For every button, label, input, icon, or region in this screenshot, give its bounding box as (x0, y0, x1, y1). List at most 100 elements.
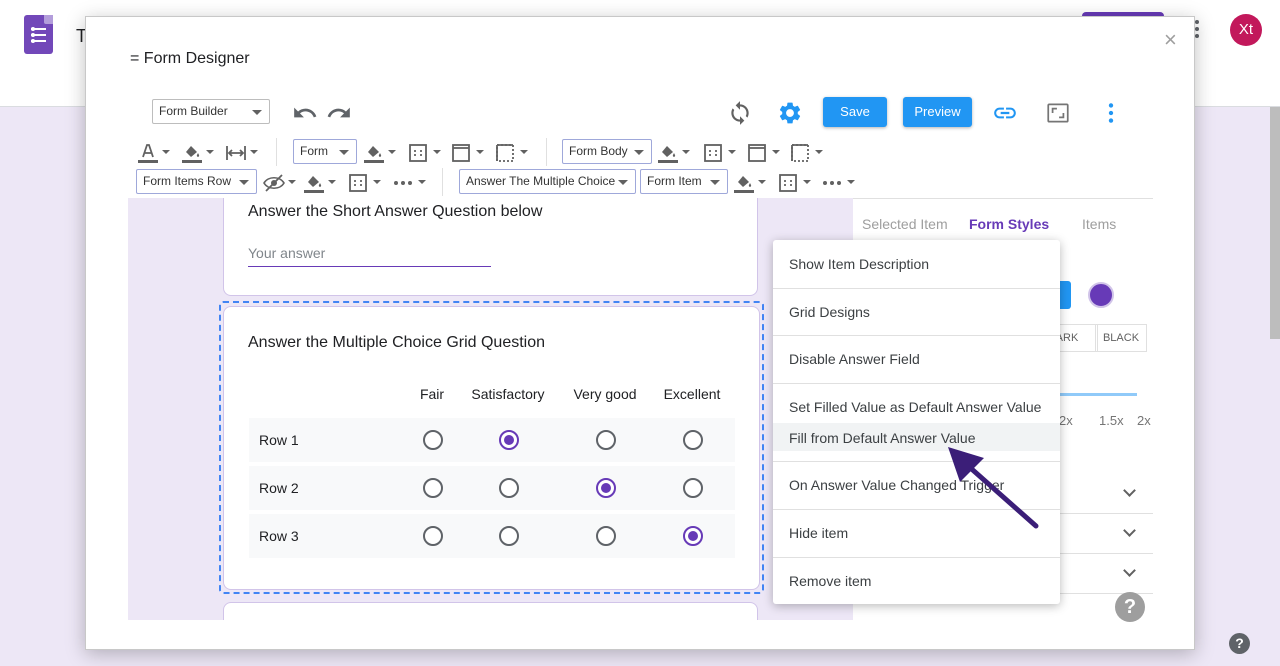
dialog-title: = Form Designer (130, 50, 250, 67)
body-border-icon[interactable] (702, 140, 738, 164)
scale-label: 1.5x (1099, 413, 1124, 428)
radio-button[interactable] (423, 526, 443, 546)
radio-button-selected[interactable] (499, 430, 519, 450)
accordion-section[interactable] (1053, 554, 1153, 594)
save-button[interactable]: Save (823, 97, 887, 127)
google-forms-logo-icon[interactable] (24, 15, 53, 54)
grid-row: Row 3 (249, 514, 735, 558)
link-icon[interactable] (992, 100, 1018, 126)
preview-button[interactable]: Preview (903, 97, 972, 127)
mode-select[interactable]: Form Builder (152, 99, 270, 124)
menu-divider (773, 288, 1060, 289)
row-more-horiz-icon[interactable] (392, 170, 428, 194)
toolbar-divider (276, 138, 277, 166)
settings-icon[interactable] (777, 100, 803, 126)
fullscreen-icon[interactable] (1045, 100, 1071, 126)
form-items-row-select[interactable]: Form Items Row (136, 169, 257, 194)
body-fill-color-icon[interactable] (656, 140, 692, 164)
form-fill-color-icon[interactable] (362, 140, 398, 164)
body-padding-icon[interactable] (746, 140, 782, 164)
accordion-section[interactable] (1053, 474, 1153, 514)
menu-item-show-item-description[interactable]: Show Item Description (773, 256, 1060, 272)
fill-color-icon[interactable] (180, 140, 216, 164)
visibility-off-icon[interactable] (262, 170, 298, 194)
form-body-select[interactable]: Form Body (562, 139, 652, 164)
help-icon[interactable]: ? (1115, 592, 1145, 622)
radio-button[interactable] (596, 526, 616, 546)
item-more-horiz-icon[interactable] (821, 170, 857, 194)
purple-color-swatch[interactable] (1088, 282, 1114, 308)
grid-row: Row 2 (249, 466, 735, 510)
radio-button[interactable] (423, 430, 443, 450)
form-border-icon[interactable] (407, 140, 443, 164)
form-item-select[interactable]: Form Item (640, 169, 728, 194)
radio-button[interactable] (423, 478, 443, 498)
help-icon[interactable]: ? (1229, 633, 1250, 654)
tab-form-styles[interactable]: Form Styles (969, 216, 1049, 232)
next-question-card[interactable] (223, 602, 758, 620)
scale-slider[interactable] (1053, 393, 1137, 396)
answer-underline (248, 266, 491, 267)
column-header: Excellent (663, 386, 721, 402)
close-icon[interactable]: × (1164, 29, 1177, 51)
radio-button[interactable] (499, 478, 519, 498)
form-style-select[interactable]: Form (293, 139, 357, 164)
row-label: Row 3 (259, 528, 299, 544)
redo-icon[interactable] (326, 100, 352, 126)
tab-items[interactable]: Items (1082, 216, 1116, 232)
item-border-icon[interactable] (777, 170, 813, 194)
form-item-select-label: Form Item (647, 174, 702, 188)
body-margin-icon[interactable] (789, 140, 825, 164)
form-canvas: Answer the Short Answer Question below Y… (128, 198, 853, 620)
radio-button-selected[interactable] (596, 478, 616, 498)
row-fill-color-icon[interactable] (302, 170, 338, 194)
column-header: Satisfactory (471, 386, 545, 402)
item-fill-color-icon[interactable] (732, 170, 768, 194)
short-answer-card[interactable]: Answer the Short Answer Question below Y… (223, 198, 758, 296)
theme-black-button[interactable]: BLACK (1095, 324, 1147, 352)
accordion-section[interactable] (1053, 514, 1153, 554)
annotation-arrow-icon (948, 447, 1039, 529)
chevron-down-icon (1123, 564, 1136, 577)
chevron-down-icon (1123, 524, 1136, 537)
form-padding-icon[interactable] (450, 140, 486, 164)
menu-divider (773, 557, 1060, 558)
form-body-select-label: Form Body (569, 144, 628, 158)
item-context-menu: Show Item Description Grid Designs Disab… (773, 240, 1060, 604)
menu-item-set-default-answer[interactable]: Set Filled Value as Default Answer Value (773, 399, 1060, 415)
column-header: Very good (573, 386, 637, 402)
tab-selected-item[interactable]: Selected Item (862, 216, 948, 232)
menu-item-grid-designs[interactable]: Grid Designs (773, 304, 1060, 320)
grid-question-card[interactable]: Answer the Multiple Choice Grid Question… (223, 306, 760, 590)
scale-label: 2x (1059, 413, 1073, 428)
row-border-icon[interactable] (347, 170, 383, 194)
avatar[interactable]: Xt (1230, 14, 1262, 46)
undo-icon[interactable] (292, 100, 318, 126)
menu-divider (773, 335, 1060, 336)
menu-item-remove-item[interactable]: Remove item (773, 573, 1060, 589)
radio-button[interactable] (683, 478, 703, 498)
text-color-icon[interactable] (136, 140, 172, 164)
toolbar-divider (442, 168, 443, 196)
more-vert-icon[interactable] (1098, 100, 1124, 126)
width-icon[interactable] (224, 140, 260, 164)
radio-button[interactable] (683, 430, 703, 450)
grid-row: Row 1 (249, 418, 735, 462)
menu-divider (773, 383, 1060, 384)
chevron-down-icon (1123, 484, 1136, 497)
radio-button[interactable] (596, 430, 616, 450)
question-select[interactable]: Answer The Multiple Choice (459, 169, 636, 194)
toolbar-divider (546, 138, 547, 166)
radio-button[interactable] (499, 526, 519, 546)
row-label: Row 1 (259, 432, 299, 448)
page-scrollbar[interactable] (1270, 107, 1280, 339)
question-title: Answer the Multiple Choice Grid Question (248, 334, 546, 351)
answer-placeholder[interactable]: Your answer (248, 245, 325, 261)
refresh-icon[interactable] (727, 100, 753, 126)
question-title: Answer the Short Answer Question below (248, 203, 543, 220)
row-label: Row 2 (259, 480, 299, 496)
mode-select-label: Form Builder (159, 104, 228, 118)
form-margin-icon[interactable] (494, 140, 530, 164)
menu-item-disable-answer-field[interactable]: Disable Answer Field (773, 351, 1060, 367)
radio-button-selected[interactable] (683, 526, 703, 546)
